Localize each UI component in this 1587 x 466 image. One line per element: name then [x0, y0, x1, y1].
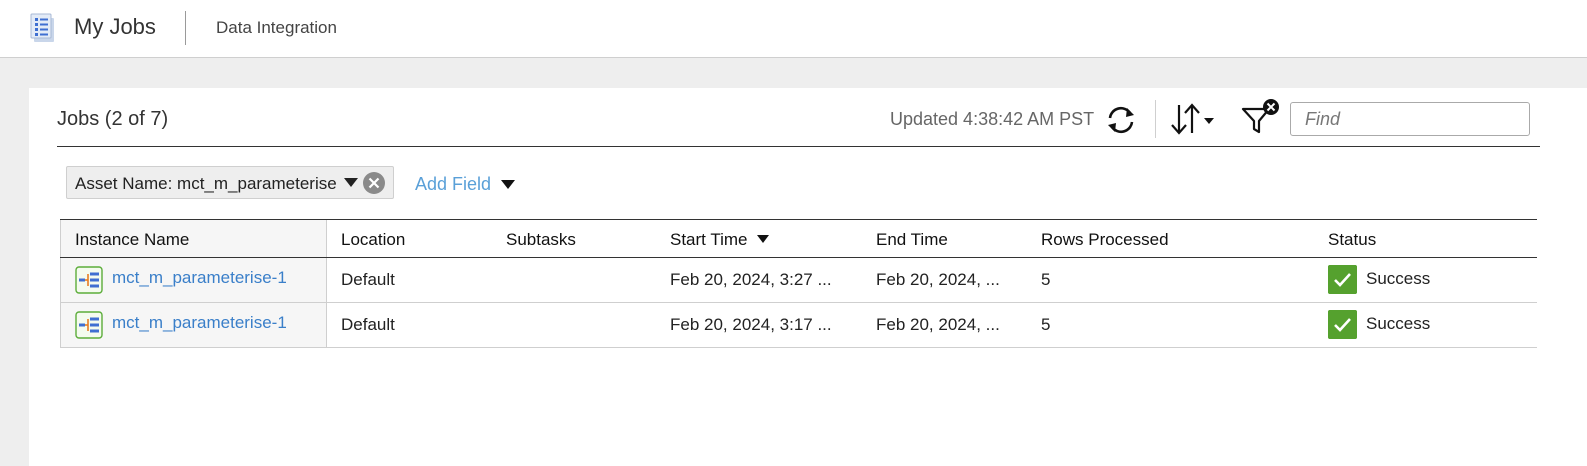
- filter-chip-label: Asset Name: mct_m_parameterise: [75, 174, 337, 193]
- clear-filter-icon[interactable]: [1239, 97, 1283, 137]
- column-header-end-time[interactable]: End Time: [876, 230, 948, 250]
- add-field-chevron-down-icon[interactable]: [501, 180, 515, 189]
- mapping-task-icon: [75, 311, 103, 339]
- start-time-label: Start Time: [670, 230, 748, 249]
- start-time-cell: Feb 20, 2024, 3:17 ...: [670, 315, 832, 334]
- location-cell: Default: [341, 270, 395, 289]
- asset-name-filter-chip[interactable]: Asset Name: mct_m_parameterise: [66, 166, 394, 199]
- header-divider: [57, 146, 1540, 147]
- toolbar-divider: [1155, 100, 1156, 138]
- divider: [185, 11, 186, 45]
- column-header-subtasks[interactable]: Subtasks: [506, 230, 576, 250]
- sort-icon[interactable]: [1170, 101, 1220, 137]
- remove-filter-icon[interactable]: [362, 171, 386, 195]
- table-row[interactable]: mct_m_parameterise-1 Default Feb 20, 202…: [60, 303, 1537, 348]
- sort-descending-icon: [757, 235, 770, 243]
- jobs-count-title: Jobs (2 of 7): [57, 108, 169, 130]
- instance-name-link[interactable]: mct_m_parameterise-1: [112, 313, 287, 333]
- table-header: Instance Name Location Subtasks Start Ti…: [60, 220, 1537, 258]
- column-header-location[interactable]: Location: [341, 230, 405, 250]
- column-header-instance-name[interactable]: Instance Name: [75, 230, 189, 250]
- mapping-task-icon: [75, 266, 103, 294]
- table-row[interactable]: mct_m_parameterise-1 Default Feb 20, 202…: [60, 258, 1537, 303]
- status-text: Success: [1366, 269, 1431, 288]
- column-header-start-time[interactable]: Start Time: [670, 230, 770, 250]
- rows-processed-cell: 5: [1041, 315, 1051, 334]
- column-header-rows-processed[interactable]: Rows Processed: [1041, 230, 1169, 250]
- column-header-status[interactable]: Status: [1328, 230, 1376, 250]
- breadcrumb[interactable]: Data Integration: [216, 18, 337, 38]
- rows-processed-cell: 5: [1041, 270, 1051, 289]
- last-updated-text: Updated 4:38:42 AM PST: [890, 109, 1095, 129]
- top-bar: My Jobs Data Integration: [0, 0, 1587, 58]
- success-check-icon: [1328, 310, 1357, 339]
- end-time-cell: Feb 20, 2024, ...: [876, 315, 1000, 334]
- start-time-cell: Feb 20, 2024, 3:27 ...: [670, 270, 832, 289]
- status-text: Success: [1366, 314, 1431, 333]
- document-list-icon: [30, 13, 54, 42]
- end-time-cell: Feb 20, 2024, ...: [876, 270, 1000, 289]
- jobs-panel: Jobs (2 of 7) Updated 4:38:42 AM PST Ass…: [29, 88, 1587, 466]
- location-cell: Default: [341, 315, 395, 334]
- chevron-down-icon[interactable]: [344, 178, 358, 187]
- add-field-button[interactable]: Add Field: [415, 174, 491, 195]
- success-check-icon: [1328, 265, 1357, 294]
- app-title: My Jobs: [74, 14, 156, 39]
- refresh-icon[interactable]: [1103, 103, 1139, 137]
- instance-name-link[interactable]: mct_m_parameterise-1: [112, 268, 287, 288]
- find-input[interactable]: [1290, 102, 1530, 136]
